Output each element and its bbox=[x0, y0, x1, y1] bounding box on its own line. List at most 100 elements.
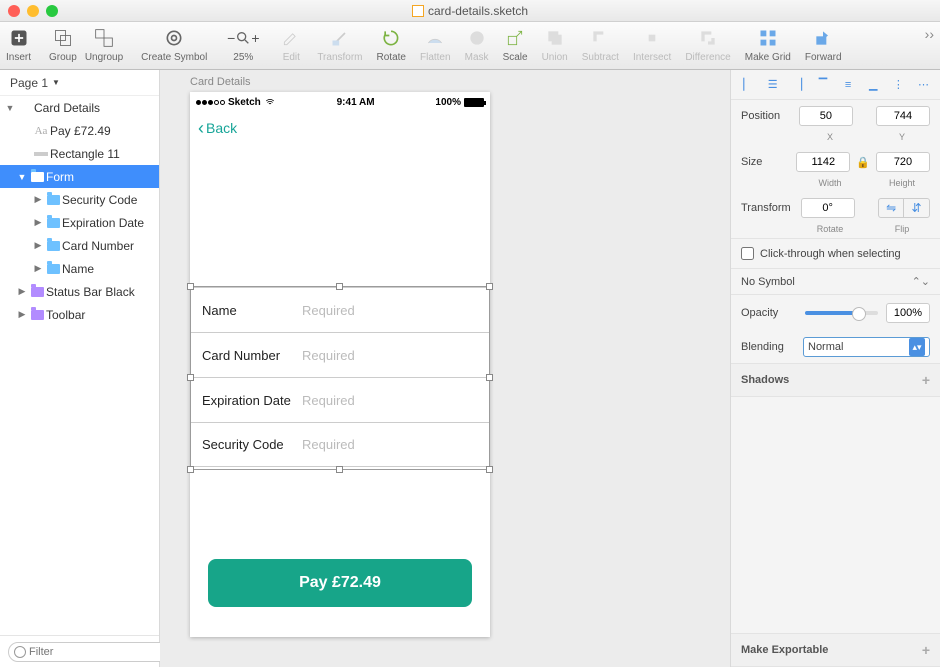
status-time: 9:41 AM bbox=[337, 97, 375, 108]
dropdown-icon: ▴▾ bbox=[909, 338, 925, 356]
ungroup-button[interactable]: Ungroup bbox=[85, 26, 123, 63]
minimize-window-icon[interactable] bbox=[27, 5, 39, 17]
form-group[interactable]: NameRequired Card NumberRequired Expirat… bbox=[190, 287, 490, 467]
blending-select[interactable]: Normal ▴▾ bbox=[803, 337, 930, 357]
transform-button[interactable]: Transform bbox=[317, 26, 362, 63]
align-center-h-icon[interactable]: ☰ bbox=[764, 76, 782, 94]
folder-icon bbox=[47, 195, 60, 205]
align-bottom-icon[interactable]: ▁ bbox=[864, 76, 882, 94]
layer-name[interactable]: ▶Name bbox=[0, 257, 159, 280]
intersect-icon bbox=[640, 26, 664, 50]
position-label: Position bbox=[741, 110, 793, 122]
transform-label: Transform bbox=[741, 202, 795, 214]
height-field[interactable] bbox=[876, 152, 930, 172]
titlebar: card-details.sketch bbox=[0, 0, 940, 22]
layer-form-group[interactable]: ▼Form bbox=[0, 165, 159, 188]
align-right-icon[interactable]: ▕ bbox=[789, 76, 807, 94]
folder-icon bbox=[47, 218, 60, 228]
align-left-icon[interactable]: ▏ bbox=[739, 76, 757, 94]
toolbar-overflow-icon[interactable]: ›› bbox=[925, 26, 934, 42]
layer-text[interactable]: AaPay £72.49 bbox=[0, 119, 159, 142]
ungroup-icon bbox=[92, 26, 116, 50]
shadows-section[interactable]: Shadows+ bbox=[731, 363, 940, 397]
layer-expiration-date[interactable]: ▶Expiration Date bbox=[0, 211, 159, 234]
artboard-label[interactable]: Card Details bbox=[190, 76, 251, 88]
symbol-icon bbox=[162, 26, 186, 50]
rotate-field[interactable] bbox=[801, 198, 855, 218]
group-icon bbox=[51, 26, 75, 50]
position-y-field[interactable] bbox=[876, 106, 930, 126]
align-center-v-icon[interactable]: ≡ bbox=[839, 76, 857, 94]
plus-icon[interactable]: + bbox=[922, 642, 930, 658]
grid-icon bbox=[756, 26, 780, 50]
position-x-field[interactable] bbox=[799, 106, 853, 126]
opacity-slider[interactable] bbox=[805, 311, 878, 315]
form-row-exp: Expiration DateRequired bbox=[190, 377, 490, 422]
transform-icon bbox=[328, 26, 352, 50]
rectangle-icon bbox=[34, 152, 48, 156]
zoom-control[interactable]: − + 25% bbox=[221, 26, 265, 63]
folder-icon bbox=[31, 310, 44, 320]
close-window-icon[interactable] bbox=[8, 5, 20, 17]
edit-button[interactable]: Edit bbox=[279, 26, 303, 63]
union-button[interactable]: Union bbox=[542, 26, 568, 63]
page-selector[interactable]: Page 1▼ bbox=[0, 70, 159, 96]
difference-icon bbox=[696, 26, 720, 50]
mask-button[interactable]: Mask bbox=[465, 26, 489, 63]
distribute-h-icon[interactable]: ⋮ bbox=[889, 76, 907, 94]
make-grid-button[interactable]: Make Grid bbox=[745, 26, 791, 63]
width-field[interactable] bbox=[796, 152, 850, 172]
filter-wrap bbox=[8, 642, 180, 662]
layer-toolbar[interactable]: ▶Toolbar bbox=[0, 303, 159, 326]
folder-icon bbox=[47, 264, 60, 274]
distribute-v-icon[interactable]: ⋯ bbox=[914, 76, 932, 94]
ios-status-bar: Sketch 9:41 AM 100% bbox=[190, 92, 490, 112]
toolbar: Insert Group Ungroup Create Symbol − + 2… bbox=[0, 22, 940, 70]
stepper-icon: ⌃⌄ bbox=[912, 275, 930, 288]
folder-icon bbox=[47, 241, 60, 251]
battery-icon bbox=[464, 98, 484, 107]
canvas[interactable]: Card Details Sketch 9:41 AM 100% ‹ Back bbox=[160, 70, 730, 667]
flip-v-icon[interactable]: ⇵ bbox=[904, 199, 929, 217]
form-row-name: NameRequired bbox=[190, 287, 490, 332]
forward-button[interactable]: Forward bbox=[805, 26, 842, 63]
make-exportable-section[interactable]: Make Exportable+ bbox=[731, 633, 940, 667]
symbol-selector[interactable]: No Symbol ⌃⌄ bbox=[731, 269, 940, 295]
rotate-icon bbox=[379, 26, 403, 50]
flip-h-icon[interactable]: ⇋ bbox=[879, 199, 904, 217]
opacity-label: Opacity bbox=[741, 307, 797, 319]
layer-card-number[interactable]: ▶Card Number bbox=[0, 234, 159, 257]
edit-icon bbox=[279, 26, 303, 50]
subtract-button[interactable]: Subtract bbox=[582, 26, 619, 63]
alignment-controls: ▏ ☰ ▕ ▔ ≡ ▁ ⋮ ⋯ bbox=[731, 70, 940, 100]
ios-navbar: ‹ Back bbox=[190, 112, 490, 144]
group-button[interactable]: Group bbox=[49, 26, 77, 63]
align-top-icon[interactable]: ▔ bbox=[814, 76, 832, 94]
wifi-icon bbox=[264, 98, 276, 107]
artboard[interactable]: Sketch 9:41 AM 100% ‹ Back NameRequired … bbox=[190, 92, 490, 637]
insert-button[interactable]: Insert bbox=[6, 26, 31, 63]
scale-button[interactable]: Scale bbox=[503, 26, 528, 63]
flatten-button[interactable]: Flatten bbox=[420, 26, 451, 63]
form-row-sec: Security CodeRequired bbox=[190, 422, 490, 467]
file-icon bbox=[412, 5, 424, 17]
layer-artboard[interactable]: ▼Card Details bbox=[0, 96, 159, 119]
filter-input[interactable] bbox=[8, 642, 180, 662]
forward-icon bbox=[811, 26, 835, 50]
layer-status-bar[interactable]: ▶Status Bar Black bbox=[0, 280, 159, 303]
flip-buttons: ⇋ ⇵ bbox=[878, 198, 930, 218]
click-through-checkbox[interactable] bbox=[741, 247, 754, 260]
pay-button[interactable]: Pay £72.49 bbox=[208, 559, 472, 607]
create-symbol-button[interactable]: Create Symbol bbox=[141, 26, 207, 63]
zoom-window-icon[interactable] bbox=[46, 5, 58, 17]
window-title: card-details.sketch bbox=[0, 4, 940, 18]
lock-icon[interactable]: 🔒 bbox=[856, 156, 870, 169]
intersect-button[interactable]: Intersect bbox=[633, 26, 671, 63]
plus-icon[interactable]: + bbox=[922, 372, 930, 388]
rotate-button[interactable]: Rotate bbox=[377, 26, 406, 63]
difference-button[interactable]: Difference bbox=[685, 26, 730, 63]
layer-security-code[interactable]: ▶Security Code bbox=[0, 188, 159, 211]
back-button[interactable]: ‹ Back bbox=[198, 119, 237, 137]
opacity-field[interactable] bbox=[886, 303, 930, 323]
layer-shape[interactable]: Rectangle 11 bbox=[0, 142, 159, 165]
